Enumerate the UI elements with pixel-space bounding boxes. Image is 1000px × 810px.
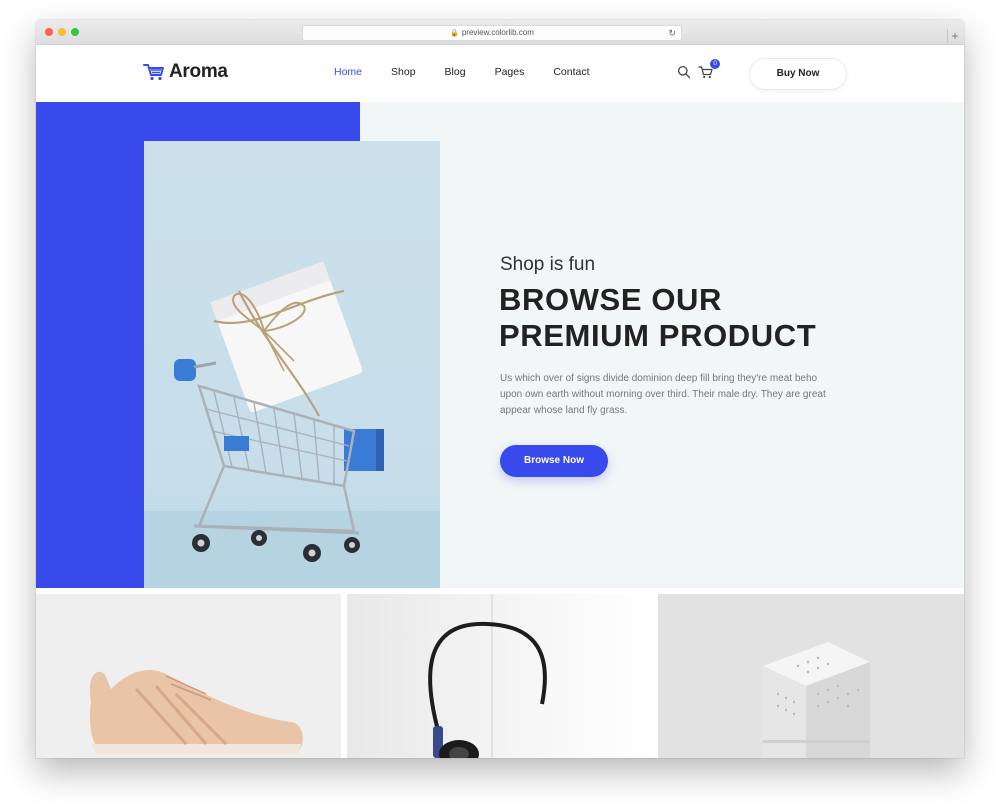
nav-home[interactable]: Home bbox=[334, 66, 362, 78]
hero-title-line-1: BROWSE OUR bbox=[499, 282, 722, 317]
browser-toolbar: 🔒 preview.colorlib.com ↻ + bbox=[36, 20, 964, 45]
cart-count-badge: 0 bbox=[710, 59, 720, 69]
lock-icon: 🔒 bbox=[450, 30, 459, 37]
hero-subtitle: Shop is fun bbox=[500, 254, 596, 275]
product-tile-sneaker[interactable] bbox=[36, 594, 341, 758]
product-tile-headphones[interactable] bbox=[347, 594, 652, 758]
product-tile-speaker[interactable] bbox=[658, 594, 964, 758]
hero-section: Shop is fun BROWSE OUR PREMIUM PRODUCT U… bbox=[36, 102, 964, 588]
browse-now-button[interactable]: Browse Now bbox=[500, 445, 608, 477]
site-logo[interactable]: Aroma bbox=[143, 59, 228, 85]
shopping-cart-gift-illustration bbox=[144, 261, 440, 588]
sneaker-image bbox=[89, 669, 303, 754]
nav-pages[interactable]: Pages bbox=[495, 66, 525, 78]
address-bar-url: preview.colorlib.com bbox=[461, 28, 534, 37]
browser-window: 🔒 preview.colorlib.com ↻ + Aroma Home Sho… bbox=[36, 20, 964, 758]
new-tab-button[interactable]: + bbox=[947, 29, 962, 43]
minimize-window-button[interactable] bbox=[58, 28, 66, 36]
close-window-button[interactable] bbox=[45, 28, 53, 36]
nav-shop[interactable]: Shop bbox=[391, 66, 416, 78]
logo-text: Aroma bbox=[169, 61, 228, 82]
search-icon[interactable] bbox=[677, 65, 691, 79]
hero-title: BROWSE OUR PREMIUM PRODUCT bbox=[499, 282, 839, 354]
product-showcase bbox=[36, 588, 964, 758]
reload-icon[interactable]: ↻ bbox=[668, 26, 676, 40]
nav-blog[interactable]: Blog bbox=[445, 66, 466, 78]
speaker-cube-image bbox=[763, 642, 870, 758]
buy-now-button[interactable]: Buy Now bbox=[749, 58, 847, 90]
main-nav: Home Shop Blog Pages Contact bbox=[334, 66, 619, 78]
hero-title-line-2: PREMIUM PRODUCT bbox=[499, 318, 817, 353]
address-bar[interactable]: 🔒 preview.colorlib.com ↻ bbox=[302, 25, 682, 41]
zoom-window-button[interactable] bbox=[71, 28, 79, 36]
hero-image bbox=[144, 141, 440, 588]
headphones-image bbox=[428, 594, 547, 758]
cart-logo-icon bbox=[143, 64, 164, 81]
nav-contact[interactable]: Contact bbox=[553, 66, 589, 78]
hero-description: Us which over of signs divide dominion d… bbox=[500, 373, 826, 416]
site-header: Aroma Home Shop Blog Pages Contact 0 Buy… bbox=[36, 45, 964, 102]
